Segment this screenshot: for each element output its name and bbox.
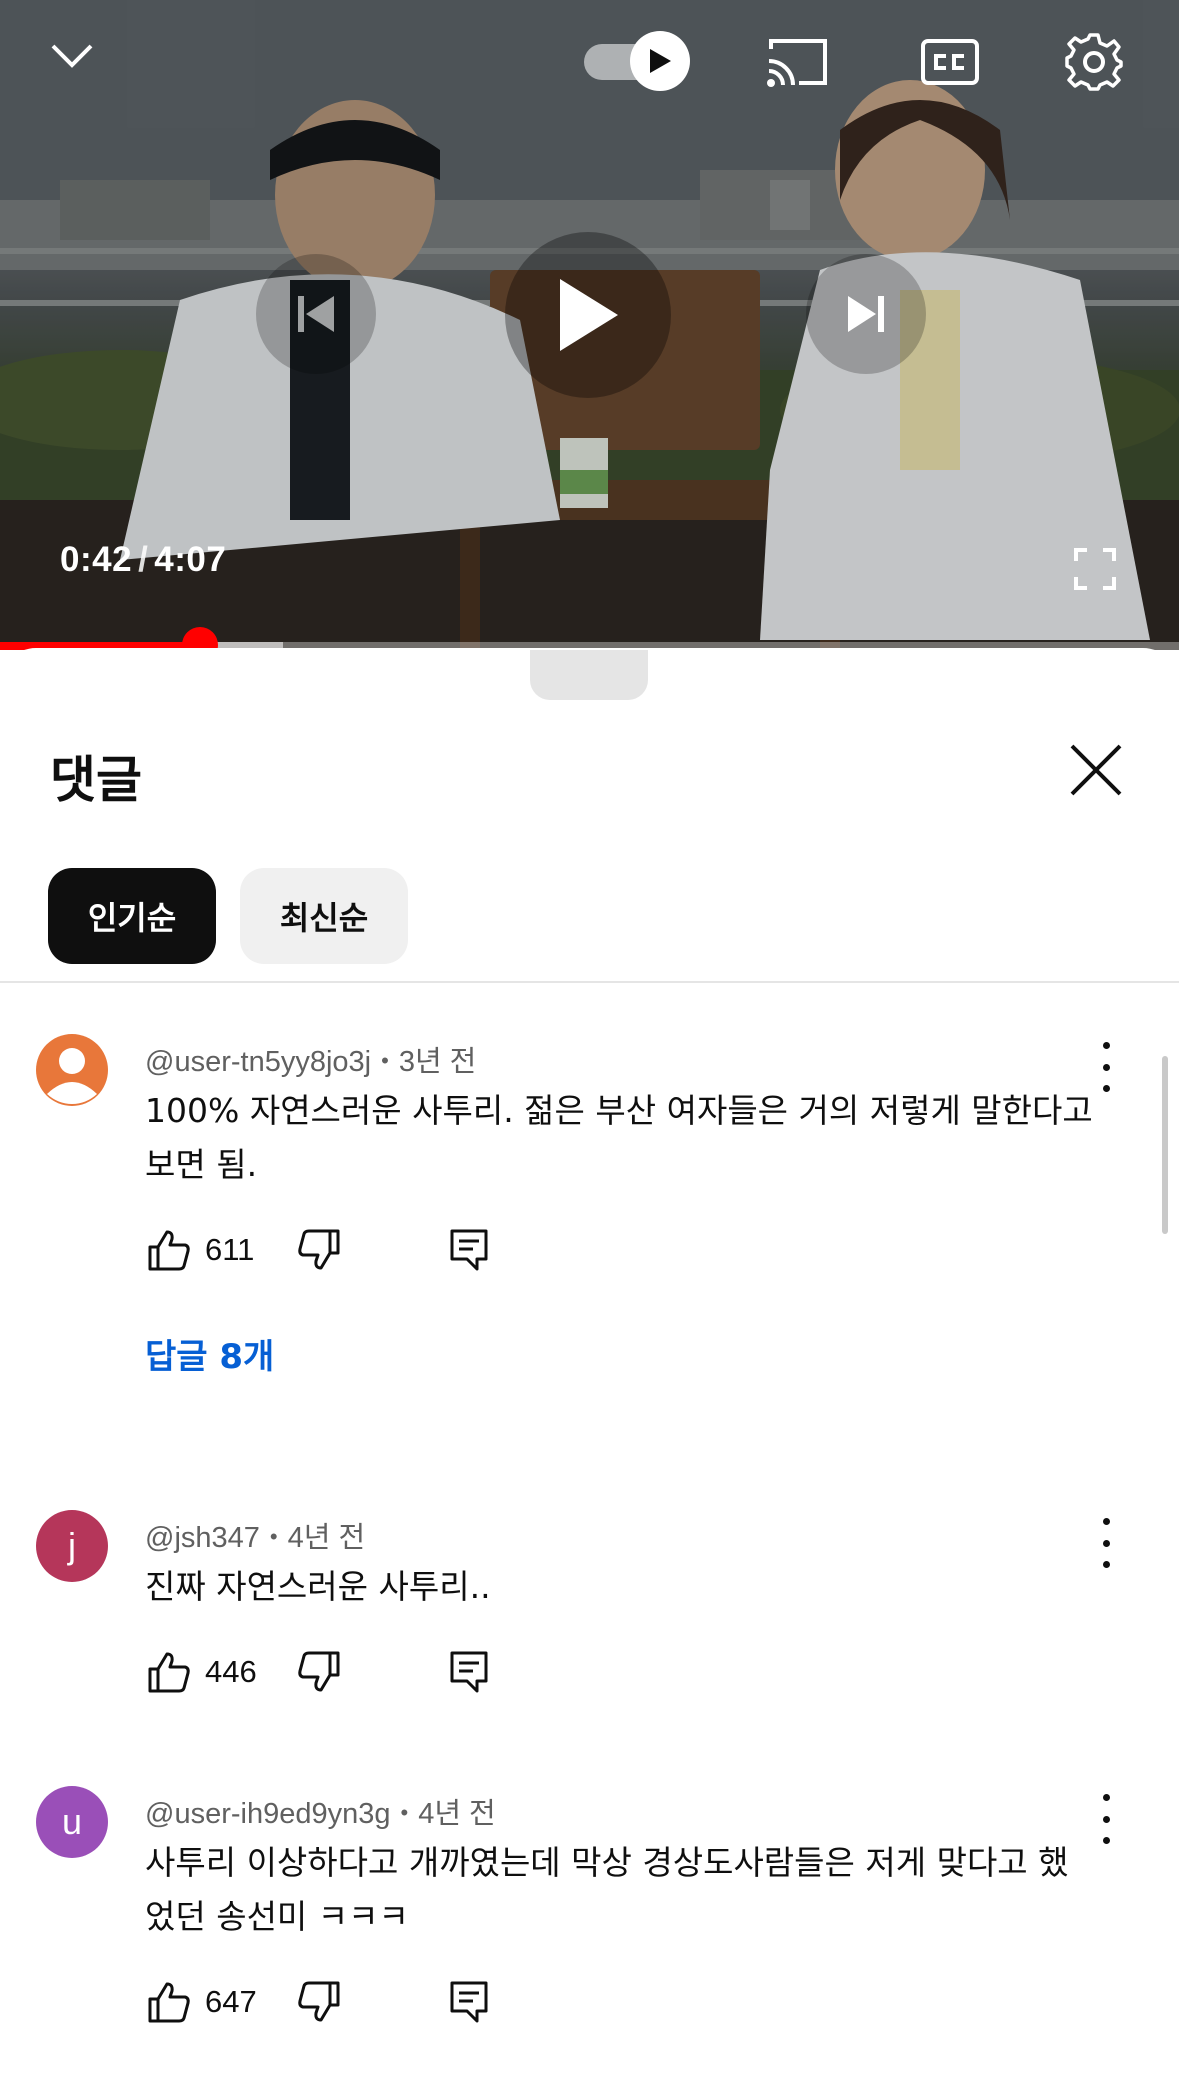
autoplay-knob — [630, 31, 690, 91]
reply-button[interactable] — [445, 1226, 493, 1274]
like-count: 611 — [205, 1232, 255, 1267]
comments-panel: 댓글 인기순 최신순 @user-tn5yy8jo3j • 3년 전 100% 자연… — [0, 648, 1179, 2083]
autoplay-toggle[interactable] — [580, 30, 695, 92]
like-button[interactable] — [145, 1978, 193, 2026]
more-vert-dot — [1102, 1561, 1110, 1568]
cast-icon — [767, 39, 827, 87]
thumbs-down-icon — [298, 1651, 340, 1692]
more-vert-dot — [1102, 1063, 1110, 1071]
more-vert-icon — [1102, 1794, 1110, 1801]
comment-reply-icon — [450, 1651, 488, 1693]
comment-actions: 647 — [145, 1974, 493, 2030]
fullscreen-button[interactable] — [1060, 534, 1130, 604]
gear-icon — [1065, 33, 1123, 91]
like-count: 446 — [205, 1654, 257, 1689]
like-button[interactable] — [145, 1226, 193, 1274]
panel-title: 댓글 — [50, 751, 142, 809]
dislike-button[interactable] — [295, 1978, 343, 2026]
like-button[interactable] — [145, 1648, 193, 1696]
dislike-button[interactable] — [295, 1226, 343, 1274]
time-separator: / — [138, 540, 149, 579]
comment-time: 4년 전 — [287, 1522, 366, 1554]
cast-button[interactable] — [762, 30, 834, 94]
meta-dot: • — [269, 1524, 278, 1549]
avatar-letter: u — [61, 1801, 83, 1842]
play-icon — [560, 279, 618, 351]
thumbs-up-icon — [148, 1230, 190, 1271]
captions-button[interactable] — [914, 30, 986, 94]
play-button[interactable] — [505, 232, 671, 398]
sort-chip-top[interactable]: 인기순 — [48, 868, 216, 964]
play-icon — [650, 49, 671, 73]
thumbs-down-icon — [298, 1981, 340, 2022]
avatar-letter: j — [68, 1525, 76, 1566]
comment-author[interactable]: @user-tn5yy8jo3j — [145, 1046, 371, 1078]
default-avatar-icon — [47, 1048, 97, 1104]
comment-reply-icon — [450, 1229, 488, 1271]
more-vert-icon — [1102, 1518, 1110, 1525]
meta-dot: • — [400, 1800, 409, 1825]
more-vert-icon — [1102, 1042, 1110, 1049]
more-vert-dot — [1102, 1085, 1110, 1092]
reply-button[interactable] — [445, 1978, 493, 2026]
next-video-button[interactable] — [806, 254, 926, 374]
comment-text: 사투리 이상하다고 개까였는데 막상 경상도사람들은 저게 맞다고 했었던 송선… — [145, 1843, 1069, 1936]
meta-dot: • — [381, 1048, 389, 1073]
comment-author[interactable]: @user-ih9ed9yn3g — [145, 1798, 390, 1830]
time-display: 0:42/4:07 — [60, 540, 226, 580]
thumbs-up-icon — [148, 1652, 190, 1693]
comment-meta: @jsh347 • 4년 전 — [145, 1514, 365, 1556]
collapse-player-button[interactable] — [40, 24, 104, 88]
view-replies-link[interactable]: 답글 8개 — [145, 1329, 274, 1378]
reply-button[interactable] — [445, 1648, 493, 1696]
comment-meta: @user-ih9ed9yn3g • 4년 전 — [145, 1790, 496, 1832]
comment-actions: 446 — [145, 1644, 493, 1700]
close-comments-button[interactable] — [1064, 738, 1128, 802]
avatar[interactable]: u — [36, 1786, 108, 1858]
comment-meta: @user-tn5yy8jo3j • 3년 전 — [145, 1038, 476, 1080]
dislike-button[interactable] — [295, 1648, 343, 1696]
avatar[interactable]: j — [36, 1510, 108, 1582]
more-vert-dot — [1102, 1815, 1110, 1823]
comment-text: 진짜 자연스러운 사투리.. — [145, 1567, 491, 1606]
current-time: 0:42 — [60, 540, 133, 579]
thumbs-down-icon — [298, 1229, 340, 1270]
sort-chip-label: 최신순 — [279, 899, 369, 937]
avatar[interactable] — [36, 1034, 108, 1106]
fullscreen-icon — [1074, 548, 1116, 590]
skip-previous-icon — [298, 296, 334, 332]
close-icon — [1070, 744, 1122, 796]
comment-reply-icon — [450, 1981, 488, 2023]
chevron-down-icon — [51, 44, 93, 68]
scrollbar[interactable] — [1162, 1056, 1168, 1234]
sheet-drag-handle[interactable] — [530, 650, 648, 700]
skip-next-icon — [848, 296, 884, 332]
sort-chip-newest[interactable]: 최신순 — [240, 868, 408, 964]
comment-time: 4년 전 — [418, 1798, 496, 1830]
previous-video-button[interactable] — [256, 254, 376, 374]
closed-captions-icon — [921, 39, 979, 85]
video-player[interactable]: 0:42/4:07 — [0, 0, 1179, 650]
more-vert-dot — [1102, 1539, 1110, 1547]
thumbs-up-icon — [148, 1982, 190, 2023]
comment-author[interactable]: @jsh347 — [145, 1522, 260, 1554]
divider — [0, 981, 1179, 983]
more-vert-dot — [1102, 1837, 1110, 1844]
comment-time: 3년 전 — [398, 1046, 477, 1078]
sort-chip-label: 인기순 — [87, 899, 177, 937]
settings-button[interactable] — [1058, 26, 1130, 98]
like-count: 647 — [205, 1984, 257, 2019]
video-duration: 4:07 — [154, 540, 227, 579]
comment-text: 100% 자연스러운 사투리. 젊은 부산 여자들은 거의 저렇게 말한다고 보… — [145, 1091, 1093, 1184]
comment-actions: 611 — [145, 1222, 493, 1278]
